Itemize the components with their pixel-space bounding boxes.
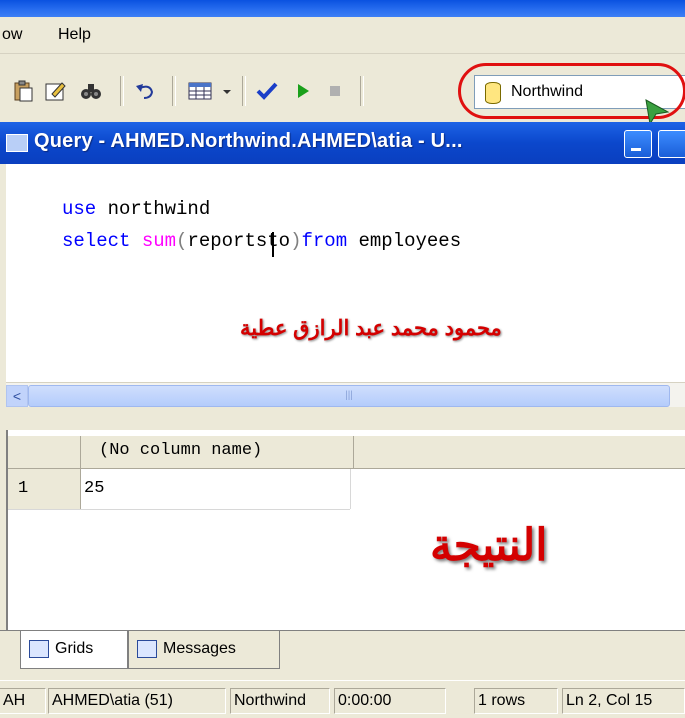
row-number-cell[interactable]: 1 [8, 469, 81, 509]
menu-item-help[interactable]: Help [58, 26, 91, 44]
query-window-title: Query - AHMED.Northwind.AHMED\atia - U..… [34, 130, 463, 152]
check-icon[interactable] [256, 80, 278, 102]
toolbar-separator [360, 76, 364, 106]
status-elapsed-time: 0:00:00 [334, 688, 446, 714]
query-window-icon [6, 134, 28, 152]
grid-corner[interactable] [8, 436, 81, 468]
function-sum: sum [141, 230, 177, 252]
code-text: northwind [96, 198, 211, 220]
tab-grids[interactable]: Grids [20, 631, 128, 669]
paren-close: ) [290, 230, 302, 252]
find-icon[interactable] [80, 80, 102, 102]
status-server: AH [0, 688, 46, 714]
results-tab-bar: Grids Messages [0, 630, 685, 675]
execute-icon[interactable] [292, 80, 314, 102]
menu-bar: ow Help [0, 17, 685, 54]
result-annotation: النتيجة [430, 521, 548, 570]
messages-icon [137, 640, 157, 658]
minimize-button[interactable] [624, 130, 652, 158]
toolbar: Northwind [0, 54, 685, 126]
status-database: Northwind [230, 688, 330, 714]
toolbar-separator [242, 76, 246, 106]
grid-results-icon[interactable] [186, 80, 214, 102]
keyword-use: use [62, 198, 97, 220]
edit-icon[interactable] [44, 80, 66, 102]
undo-icon[interactable] [134, 80, 156, 102]
row-number: 1 [18, 479, 29, 498]
keyword-from: from [301, 230, 348, 252]
status-bar: AH AHMED\atia (51) Northwind 0:00:00 1 r… [0, 680, 685, 718]
author-annotation: محمود محمد عبد الرازق عطية [240, 317, 502, 340]
paren-open: ( [176, 230, 188, 252]
scroll-thumb[interactable]: ||| [28, 385, 670, 407]
dropdown-arrow-icon[interactable] [220, 80, 234, 102]
window-top-edge [0, 0, 685, 17]
pane-splitter[interactable] [0, 408, 685, 430]
status-cursor-position: Ln 2, Col 15 [562, 688, 685, 714]
result-cell[interactable] [85, 469, 351, 509]
column-header-label: (No column name) [99, 441, 263, 460]
menu-item-window[interactable]: ow [2, 26, 22, 44]
toolbar-separator [172, 76, 176, 106]
results-grid-header: (No column name) [8, 436, 685, 469]
editor-horizontal-scrollbar[interactable]: < ||| [6, 382, 685, 407]
code-line-1: use northwind [62, 198, 210, 220]
tab-messages[interactable]: Messages [128, 631, 280, 669]
code-line-2: select sum(reportsto)from employees [62, 230, 461, 252]
paste-icon[interactable] [12, 80, 34, 102]
column-reportsto: reportsto [187, 230, 291, 252]
table-row[interactable]: 1 25 [8, 469, 351, 510]
status-user: AHMED\atia (51) [48, 688, 226, 714]
grid-icon [29, 640, 49, 658]
query-window-titlebar: Query - AHMED.Northwind.AHMED\atia - U..… [0, 122, 685, 164]
result-value: 25 [84, 479, 105, 498]
tab-messages-label: Messages [163, 640, 236, 657]
column-header[interactable]: (No column name) [85, 436, 354, 468]
keyword-select: select [62, 230, 131, 252]
maximize-button[interactable] [658, 130, 685, 158]
tab-grids-label: Grids [55, 640, 94, 657]
table-name: employees [347, 230, 462, 252]
text-caret [272, 232, 274, 257]
stop-icon[interactable] [324, 80, 346, 102]
status-row-count: 1 rows [474, 688, 558, 714]
toolbar-separator [120, 76, 124, 106]
scroll-left-icon[interactable]: < [6, 385, 28, 407]
